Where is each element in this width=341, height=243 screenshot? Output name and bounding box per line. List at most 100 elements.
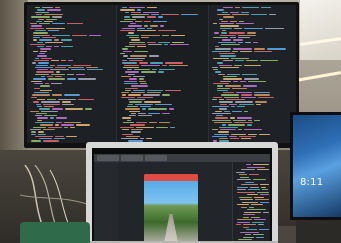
- code-text-line: [32, 94, 50, 96]
- code-text-line: [140, 138, 144, 140]
- code-text-line: [230, 36, 236, 39]
- code-text-line: [153, 20, 167, 23]
- code-text-line: [236, 92, 252, 94]
- code-text-line: [51, 82, 62, 85]
- code-text-line: [226, 99, 245, 101]
- code-text-line: [131, 39, 140, 41]
- code-text-line: [127, 69, 132, 71]
- photo-scene: 8:11: [0, 0, 341, 243]
- code-text-line: [221, 20, 228, 23]
- code-text-line: [122, 48, 128, 50]
- code-text-line: [130, 55, 147, 57]
- code-text-line: [219, 18, 223, 20]
- code-text-line: [122, 133, 133, 135]
- code-text-line: [227, 73, 240, 76]
- code-text-line: [265, 27, 284, 30]
- code-text-line: [251, 13, 267, 16]
- code-text-line: [122, 27, 135, 30]
- code-text-line: [138, 112, 146, 115]
- code-text-line: [131, 92, 145, 94]
- code-text-line: [259, 133, 270, 135]
- laptop: [86, 142, 278, 243]
- code-text-line: [129, 41, 145, 43]
- code-text-line: [130, 23, 136, 25]
- code-text-line: [45, 82, 49, 85]
- code-text-line: [131, 128, 143, 131]
- code-text-line: [221, 94, 239, 96]
- code-text-line: [238, 128, 242, 131]
- code-text-line: [170, 43, 189, 46]
- code-text-line: [125, 71, 139, 73]
- code-text-line: [46, 46, 52, 48]
- code-text-line: [244, 64, 261, 66]
- code-text-line: [246, 229, 257, 231]
- code-text-line: [220, 128, 236, 131]
- code-text-line: [217, 87, 230, 89]
- code-text-line: [43, 140, 59, 142]
- code-text-line: [243, 236, 254, 238]
- code-text-line: [260, 184, 269, 186]
- code-text-line: [40, 50, 47, 53]
- code-text-line: [64, 94, 80, 96]
- code-text-line: [254, 196, 264, 198]
- code-text-line: [230, 11, 239, 13]
- code-text-line: [44, 20, 53, 23]
- lock-screen-clock: 8:11: [300, 177, 324, 188]
- code-text-line: [220, 66, 239, 69]
- code-text-line: [141, 64, 160, 66]
- code-text-line: [137, 9, 141, 11]
- code-text-line: [61, 39, 72, 41]
- side-panel: [94, 162, 118, 243]
- code-text-line: [124, 80, 137, 82]
- code-text-line: [131, 112, 136, 115]
- code-text-line: [149, 55, 159, 57]
- code-text-line: [219, 108, 227, 110]
- code-text-line: [129, 7, 145, 9]
- code-text-line: [33, 78, 46, 80]
- code-text-line: [223, 16, 234, 18]
- code-text-line: [171, 34, 185, 36]
- main-monitor: [24, 2, 299, 148]
- code-text-line: [38, 131, 44, 133]
- code-text-line: [39, 23, 50, 25]
- code-text-line: [248, 80, 266, 82]
- code-text-line: [223, 59, 233, 62]
- code-text-line: [235, 101, 253, 103]
- code-text-line: [123, 55, 128, 57]
- code-text-line: [147, 41, 156, 43]
- code-text-line: [162, 34, 169, 36]
- code-text-line: [242, 7, 259, 9]
- code-text-line: [33, 39, 37, 41]
- shelf: [278, 226, 296, 243]
- code-text-line: [128, 99, 145, 101]
- code-text-line: [215, 117, 228, 119]
- code-text-line: [144, 25, 148, 27]
- code-text-line: [253, 41, 258, 43]
- code-text-line: [156, 126, 168, 128]
- code-text-line: [253, 234, 264, 236]
- code-text-line: [31, 25, 42, 27]
- code-text-line: [129, 43, 146, 46]
- code-text-line: [41, 101, 60, 103]
- code-text-line: [222, 39, 231, 41]
- code-text-line: [54, 46, 59, 48]
- code-text-line: [133, 76, 145, 78]
- editor-pane-left: [27, 5, 117, 143]
- code-text-line: [261, 7, 271, 9]
- code-text-line: [56, 71, 60, 73]
- code-text-line: [78, 99, 94, 101]
- code-text-line: [237, 117, 252, 119]
- code-text-line: [240, 176, 249, 178]
- code-text-line: [67, 73, 74, 76]
- code-text-line: [141, 71, 156, 73]
- code-text-line: [254, 94, 270, 96]
- code-text-line: [236, 23, 254, 25]
- code-text-line: [127, 57, 145, 59]
- code-text-line: [56, 122, 62, 124]
- code-text-line: [39, 108, 50, 110]
- code-text-line: [258, 96, 274, 99]
- code-text-line: [260, 201, 269, 203]
- lock-screen: [293, 115, 341, 217]
- code-text-line: [39, 138, 52, 140]
- code-text-line: [241, 94, 252, 96]
